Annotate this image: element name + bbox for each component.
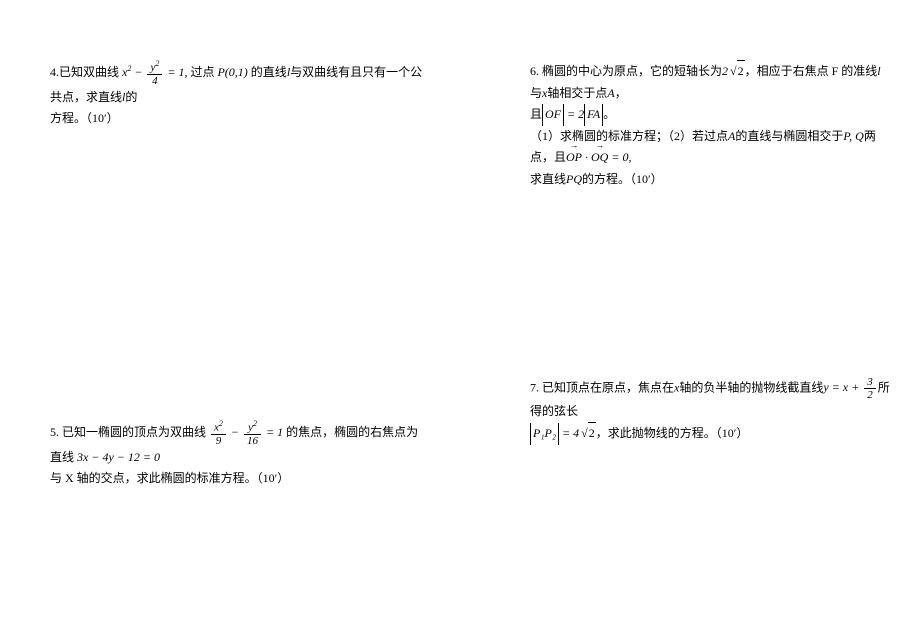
sqrt: 2 [728, 60, 745, 83]
text: 的直线 [251, 65, 287, 79]
text: 已知双曲线 [59, 65, 119, 79]
fraction: y24 [147, 60, 162, 87]
equation: y = x + 32 [823, 380, 877, 394]
vector-oq: OQ [591, 147, 608, 169]
problem-5: 5. 已知一椭圆的顶点为双曲线 x29 − y216 = 1 的焦点，椭圆的右焦… [50, 420, 430, 490]
text: ，相应于右焦点 F 的准线 [745, 64, 878, 78]
text: 过点 [190, 65, 214, 79]
fraction: 32 [864, 376, 876, 401]
text: 方程。（10′） [50, 108, 430, 130]
problem-6: 6. 椭圆的中心为原点，它的短轴长为22，相应于右焦点 F 的准线l与x轴相交于… [530, 60, 890, 191]
equation: x2 − y24 = 1, [122, 65, 190, 79]
vector-op: OP [566, 147, 582, 169]
sqrt: 2 [579, 422, 596, 445]
problem-number: 4. [50, 65, 59, 79]
text: 已知顶点在原点，焦点在 [542, 380, 674, 394]
problem-number: 7. [530, 380, 542, 394]
text: 与 X 轴的交点，求此椭圆的标准方程。（10′） [50, 468, 430, 490]
text: 椭圆的中心为原点，它的短轴长为 [542, 64, 722, 78]
abs: OF [542, 104, 564, 126]
problem-number: 5. [50, 425, 62, 439]
text: （1）求椭圆的标准方程；（2）若过点 [530, 129, 728, 143]
line-equation: 3x − 4y − 12 = 0 [77, 450, 160, 464]
abs: FA [584, 104, 603, 126]
text: 的 [125, 90, 137, 104]
fraction: x29 [211, 420, 226, 447]
abs: P₁P₂ [530, 423, 559, 445]
point: P(0,1) [217, 65, 247, 79]
problem-number: 6. [530, 64, 542, 78]
equation: x29 − y216 = 1 [209, 425, 283, 439]
problem-7: 7. 已知顶点在原点，焦点在x轴的负半轴的抛物线截直线y = x + 32所得的… [530, 376, 890, 445]
fraction: y216 [244, 420, 261, 447]
problem-4: 4.已知双曲线 x2 − y24 = 1, 过点 P(0,1) 的直线l与双曲线… [50, 60, 430, 130]
text: 已知一椭圆的顶点为双曲线 [62, 425, 206, 439]
